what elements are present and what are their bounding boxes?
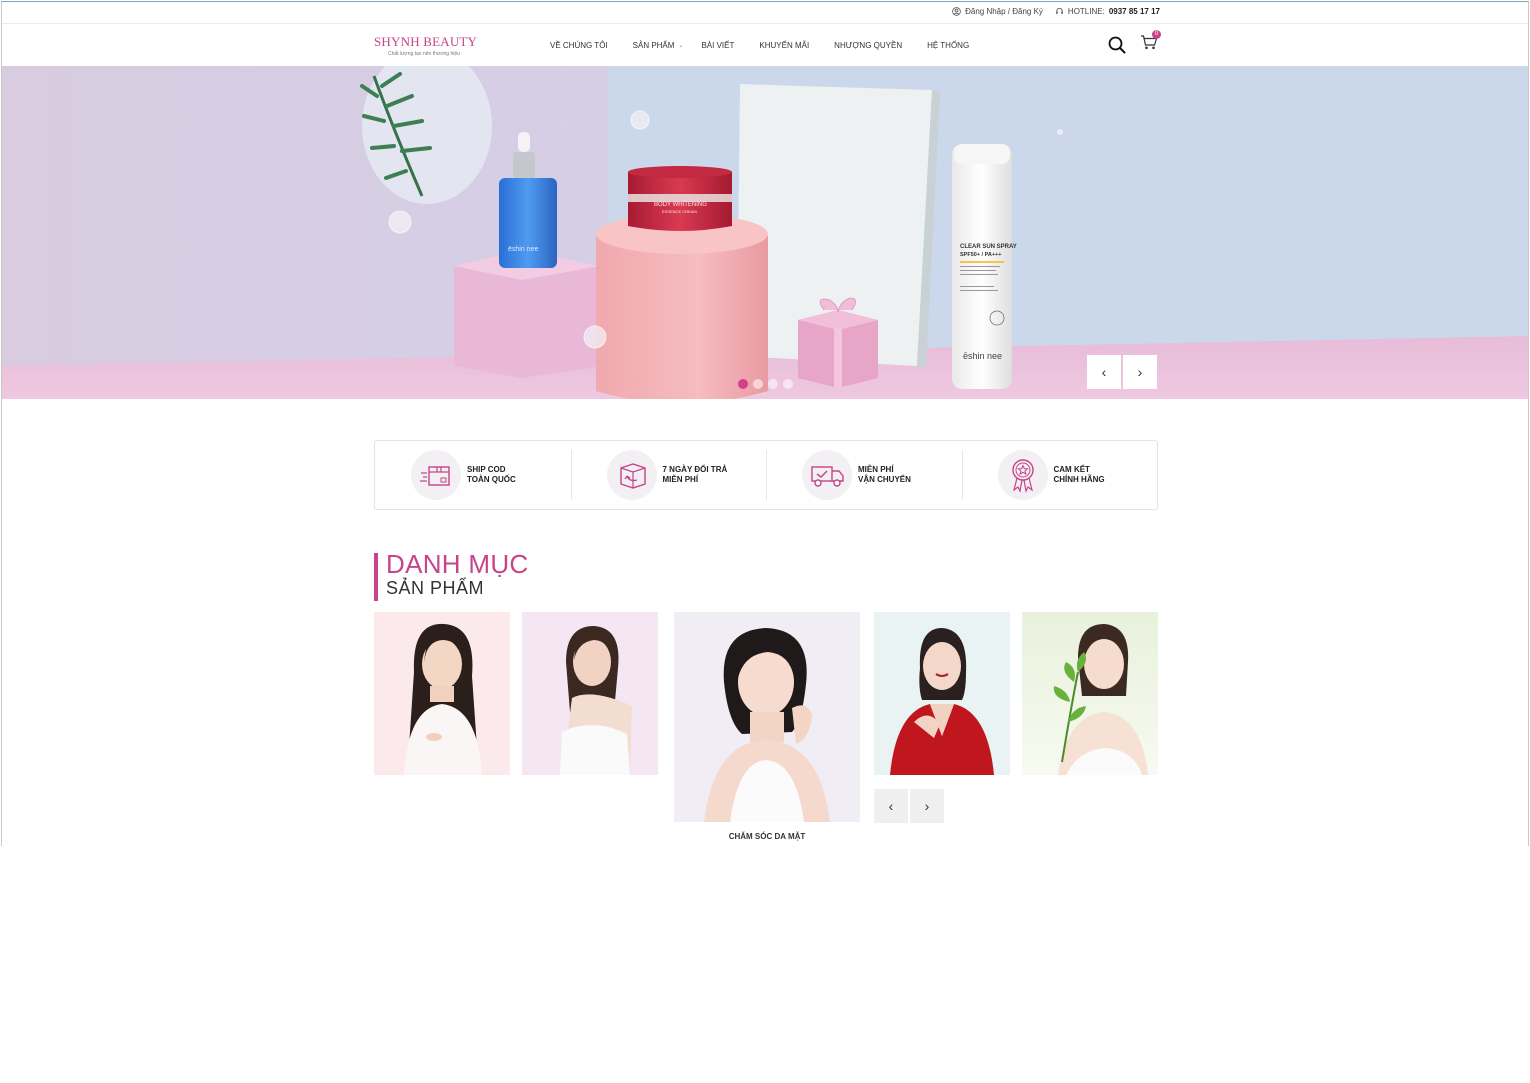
model-photo-image <box>890 628 994 775</box>
model-photo-image <box>560 626 632 775</box>
nav-item-promotions[interactable]: KHUYẾN MÃI <box>759 41 809 50</box>
serum-brand-text: ēshin nee <box>508 246 538 253</box>
logo-slogan: Chất lượng tạo nên thương hiệu <box>388 51 460 57</box>
service-line1: MIỄN PHÍ <box>858 465 894 474</box>
featured-category-label[interactable]: CHĂM SÓC DA MẶT <box>674 832 860 841</box>
nav-label: KHUYẾN MÃI <box>759 41 810 50</box>
login-link[interactable]: Đăng Nhập / Đăng Ký <box>952 7 1043 16</box>
service-line2: TOÀN QUỐC <box>467 475 516 484</box>
headset-icon <box>1056 7 1063 14</box>
service-strip: SHIP COD TOÀN QUỐC 7 NGÀY ĐỔI TRẢ MIỄN PHÍ… <box>374 440 1158 510</box>
slider-dot[interactable] <box>738 379 748 389</box>
category-card-featured[interactable] <box>674 612 860 822</box>
nav-label: SẢN PHẨM <box>632 41 675 50</box>
service-line2: VẬN CHUYỂN <box>858 475 911 484</box>
user-icon <box>952 7 961 16</box>
slider-dot[interactable] <box>768 379 778 389</box>
cream-sub-text: ESSENCE CREAM <box>662 209 697 214</box>
service-line1: SHIP COD <box>467 465 506 474</box>
category-title-line1: DANH MỤC <box>386 549 529 579</box>
spray-brand-text: ēshin nee <box>963 351 1002 361</box>
service-line2: MIỄN PHÍ <box>662 475 699 484</box>
hotline-label: HOTLINE: <box>1067 7 1105 16</box>
nav-item-system[interactable]: HỆ THỐNG <box>927 41 969 50</box>
cream-label-text: BODY WHITENING <box>654 202 707 208</box>
category-card-1[interactable] <box>374 612 510 775</box>
login-label: Đăng Nhập / Đăng Ký <box>965 7 1043 16</box>
chevron-right-icon: › <box>924 798 930 814</box>
chevron-down-icon: ⌄ <box>678 43 684 49</box>
box-icon <box>411 450 461 500</box>
nav-item-about[interactable]: VỀ CHÚNG TÔI <box>550 41 608 50</box>
model-photo-image <box>704 628 830 822</box>
cart-button[interactable]: 0 <box>1140 30 1161 55</box>
spray-label-text: CLEAR SUN SPRAY <box>960 244 1017 250</box>
category-card-5[interactable] <box>1022 612 1158 775</box>
top-bar: Đăng Nhập / Đăng Ký HOTLINE: 0937 85 17 … <box>2 2 1528 24</box>
nav-item-articles[interactable]: BÀI VIẾT <box>701 41 734 50</box>
main-header: SHYNH BEAUTY Chất lượng tạo nên thương h… <box>2 24 1528 67</box>
logo-brand: SHYNH BEAUTY <box>374 34 478 49</box>
nav-label: HỆ THỐNG <box>927 41 970 50</box>
nav-item-products[interactable]: SẢN PHẨM ⌄ <box>633 41 684 50</box>
chevron-right-icon: › <box>1137 364 1143 380</box>
service-line1: CAM KẾT <box>1053 465 1090 474</box>
hero-next-button[interactable]: › <box>1123 355 1157 389</box>
nav-label: BÀI VIẾT <box>701 41 735 50</box>
main-nav: VỀ CHÚNG TÔI SẢN PHẨM ⌄ BÀI VIẾT KHUYẾN M… <box>550 41 994 50</box>
service-ship-cod: SHIP COD TOÀN QUỐC <box>375 441 571 509</box>
chevron-left-icon: ‹ <box>1101 364 1107 380</box>
search-icon[interactable] <box>1108 36 1126 54</box>
hero-banner-image: ēshin nee BODY WHITENING ESSENCE CREAM C… <box>2 66 1528 399</box>
service-line2: CHÍNH HÃNG <box>1053 475 1105 484</box>
hero-slider[interactable]: ēshin nee BODY WHITENING ESSENCE CREAM C… <box>2 66 1528 399</box>
nav-label: VỀ CHÚNG TÔI <box>550 41 608 50</box>
category-next-button[interactable]: › <box>910 789 944 823</box>
category-card-4[interactable] <box>874 612 1010 775</box>
nav-item-franchise[interactable]: NHƯỢNG QUYỀN <box>834 41 902 50</box>
service-authentic: CAM KẾT CHÍNH HÃNG <box>961 441 1158 509</box>
category-card-2[interactable] <box>522 612 658 775</box>
truck-icon <box>802 450 852 500</box>
model-photo-image <box>404 623 482 775</box>
model-photo-image <box>1053 624 1148 775</box>
badge-icon <box>997 450 1048 500</box>
service-line1: 7 NGÀY ĐỔI TRẢ <box>662 465 728 474</box>
hotline[interactable]: HOTLINE: 0937 85 17 17 <box>1055 7 1160 16</box>
hotline-number: 0937 85 17 17 <box>1108 7 1160 16</box>
hero-prev-button[interactable]: ‹ <box>1087 355 1121 389</box>
service-free-shipping: MIỄN PHÍ VẬN CHUYỂN <box>766 441 962 509</box>
nav-label: NHƯỢNG QUYỀN <box>834 41 903 50</box>
spray-spf-text: SPF50+ / PA+++ <box>960 252 1001 258</box>
cart-count-badge: 0 <box>1152 30 1161 39</box>
slider-dots <box>738 379 793 389</box>
page-frame: Đăng Nhập / Đăng Ký HOTLINE: 0937 85 17 … <box>1 1 1529 846</box>
slider-dot[interactable] <box>753 379 763 389</box>
chevron-left-icon: ‹ <box>888 798 894 814</box>
service-return: 7 NGÀY ĐỔI TRẢ MIỄN PHÍ <box>570 441 767 509</box>
slider-dot[interactable] <box>783 379 793 389</box>
category-heading: DANH MỤC SẢN PHẨM <box>374 549 529 601</box>
logo[interactable]: SHYNH BEAUTY Chất lượng tạo nên thương h… <box>374 34 477 57</box>
category-prev-button[interactable]: ‹ <box>874 789 908 823</box>
return-box-icon <box>606 450 657 500</box>
